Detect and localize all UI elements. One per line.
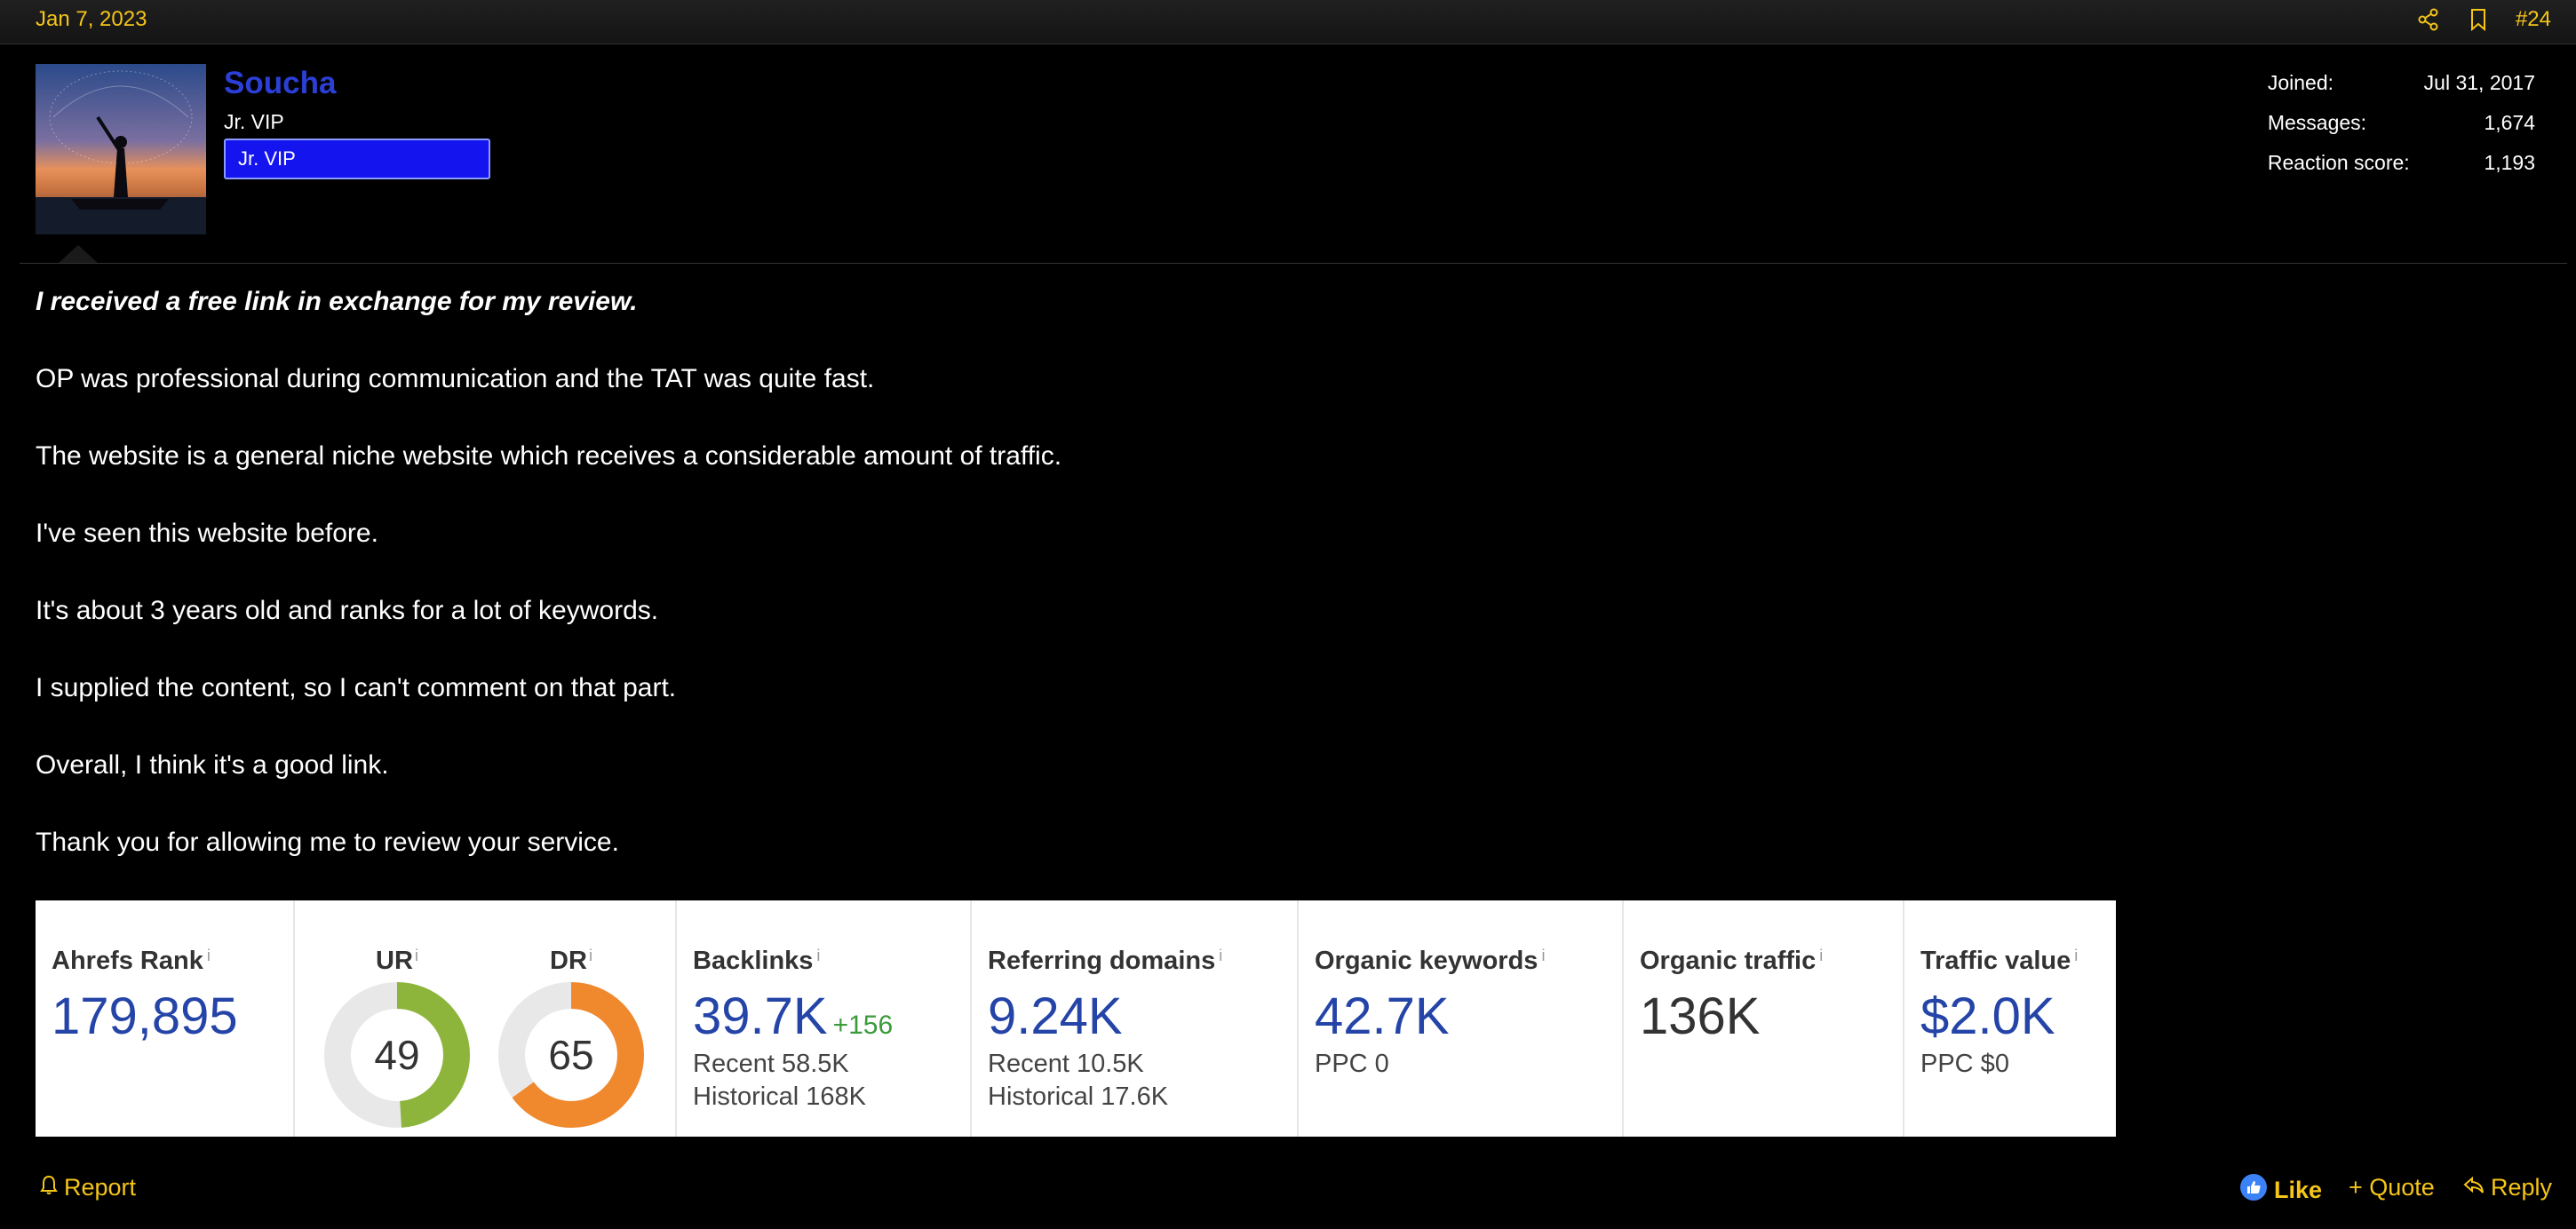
username-link[interactable]: Soucha bbox=[224, 66, 336, 101]
quote-button[interactable]: + Quote bbox=[2349, 1174, 2435, 1201]
metric-sub: Historical 168K bbox=[693, 1082, 867, 1111]
report-button[interactable]: Report bbox=[39, 1174, 136, 1201]
metric-change: +156 bbox=[832, 1011, 894, 1040]
metric-ahrefs-rank: Ahrefs Rank i 179,895 bbox=[36, 900, 295, 1137]
post-actions: Report Like + Quote Reply bbox=[0, 1163, 2576, 1217]
metric-label: Organic keywords bbox=[1315, 947, 1538, 975]
gauge-value: 65 bbox=[548, 1032, 594, 1078]
info-icon: i bbox=[414, 947, 418, 964]
post-header: Jan 7, 2023 #24 bbox=[0, 0, 2576, 44]
info-icon: i bbox=[1541, 947, 1546, 964]
like-label: Like bbox=[2274, 1177, 2323, 1203]
metric-referring-domains: Referring domains i 9.24K Recent 10.5K Hi… bbox=[972, 900, 1299, 1137]
gauge-dr: DR i 65 bbox=[496, 947, 647, 1130]
bell-icon bbox=[39, 1174, 59, 1201]
user-banner: Jr. VIP bbox=[224, 139, 490, 179]
metric-backlinks: Backlinks i 39.7K +156 Recent 58.5K Histor… bbox=[677, 900, 972, 1137]
post-paragraph: The website is a general niche website w… bbox=[36, 441, 1062, 471]
quote-label: + Quote bbox=[2349, 1174, 2435, 1201]
metric-ur-dr: UR i 49 DR i 65 bbox=[295, 900, 677, 1137]
stat-value-joined: Jul 31, 2017 bbox=[2423, 71, 2535, 94]
post-paragraph: OP was professional during communication… bbox=[36, 364, 875, 393]
info-icon: i bbox=[206, 947, 211, 964]
metric-value: 39.7K bbox=[693, 987, 828, 1045]
post-paragraph: I've seen this website before. bbox=[36, 519, 378, 548]
metric-value: 9.24K bbox=[988, 987, 1123, 1045]
gauge-value: 49 bbox=[374, 1032, 420, 1078]
avatar-pointer bbox=[59, 245, 98, 263]
info-icon: i bbox=[2074, 947, 2079, 964]
info-icon: i bbox=[588, 947, 592, 964]
post-paragraph: I supplied the content, so I can't comme… bbox=[36, 673, 677, 702]
metric-sub: PPC $0 bbox=[1920, 1050, 2009, 1078]
post-paragraph: Thank you for allowing me to review your… bbox=[36, 828, 619, 857]
thumbs-up-icon bbox=[2240, 1174, 2267, 1207]
metric-traffic-value: Traffic value i $2.0K PPC $0 bbox=[1904, 900, 2116, 1137]
gauge-label: DR bbox=[550, 947, 587, 975]
stat-label-joined: Joined: bbox=[2267, 71, 2334, 94]
metric-organic-keywords: Organic keywords i 42.7K PPC 0 bbox=[1299, 900, 1624, 1137]
metric-label: Ahrefs Rank bbox=[52, 947, 203, 975]
metric-organic-traffic: Organic traffic i 136K bbox=[1624, 900, 1904, 1137]
like-button[interactable]: Like bbox=[2240, 1174, 2322, 1207]
metric-sub: PPC 0 bbox=[1315, 1050, 1389, 1078]
ahrefs-metrics-image[interactable]: Ahrefs Rank i 179,895 UR i 49 DR i 65 Ba… bbox=[36, 900, 2116, 1137]
info-icon: i bbox=[1219, 947, 1223, 964]
metric-sub: Historical 17.6K bbox=[988, 1082, 1169, 1111]
metric-value: 42.7K bbox=[1315, 987, 1450, 1045]
reply-label: Reply bbox=[2491, 1174, 2553, 1201]
stat-label-messages: Messages: bbox=[2267, 111, 2367, 134]
avatar[interactable] bbox=[36, 64, 206, 234]
metric-value: $2.0K bbox=[1920, 987, 2055, 1045]
stat-label-reaction-score: Reaction score: bbox=[2267, 151, 2410, 174]
report-label: Report bbox=[64, 1174, 137, 1201]
metric-value: 179,895 bbox=[52, 987, 238, 1045]
stat-value-reaction-score: 1,193 bbox=[2484, 151, 2535, 174]
metric-label: Organic traffic bbox=[1640, 947, 1817, 975]
info-icon: i bbox=[816, 947, 821, 964]
metric-label: Backlinks bbox=[693, 947, 814, 975]
reply-arrow-icon bbox=[2462, 1174, 2485, 1201]
post-number-link[interactable]: #24 bbox=[2516, 7, 2551, 32]
metric-value: 136K bbox=[1640, 987, 1761, 1045]
metric-label: Referring domains bbox=[988, 947, 1216, 975]
gauge-ur: UR i 49 bbox=[322, 947, 473, 1130]
user-title: Jr. VIP bbox=[224, 110, 284, 133]
bookmark-icon[interactable] bbox=[2466, 7, 2494, 36]
info-icon: i bbox=[1819, 947, 1824, 964]
metric-label: Traffic value bbox=[1920, 947, 2071, 975]
share-icon[interactable] bbox=[2416, 7, 2445, 36]
gauge-label: UR bbox=[376, 947, 413, 975]
stat-value-messages: 1,674 bbox=[2484, 111, 2535, 134]
post-paragraph: Overall, I think it's a good link. bbox=[36, 750, 389, 780]
author-stats: Joined: Jul 31, 2017 Messages: 1,674 Rea… bbox=[2268, 71, 2535, 175]
post-paragraph: I received a free link in exchange for m… bbox=[36, 287, 638, 316]
reply-button[interactable]: Reply bbox=[2462, 1174, 2552, 1201]
post-body: I received a free link in exchange for m… bbox=[36, 284, 2345, 902]
post-date[interactable]: Jan 7, 2023 bbox=[36, 7, 147, 32]
post-paragraph: It's about 3 years old and ranks for a l… bbox=[36, 596, 659, 625]
metric-sub: Recent 58.5K bbox=[693, 1050, 849, 1078]
metric-sub: Recent 10.5K bbox=[988, 1050, 1144, 1078]
divider bbox=[20, 263, 2567, 264]
